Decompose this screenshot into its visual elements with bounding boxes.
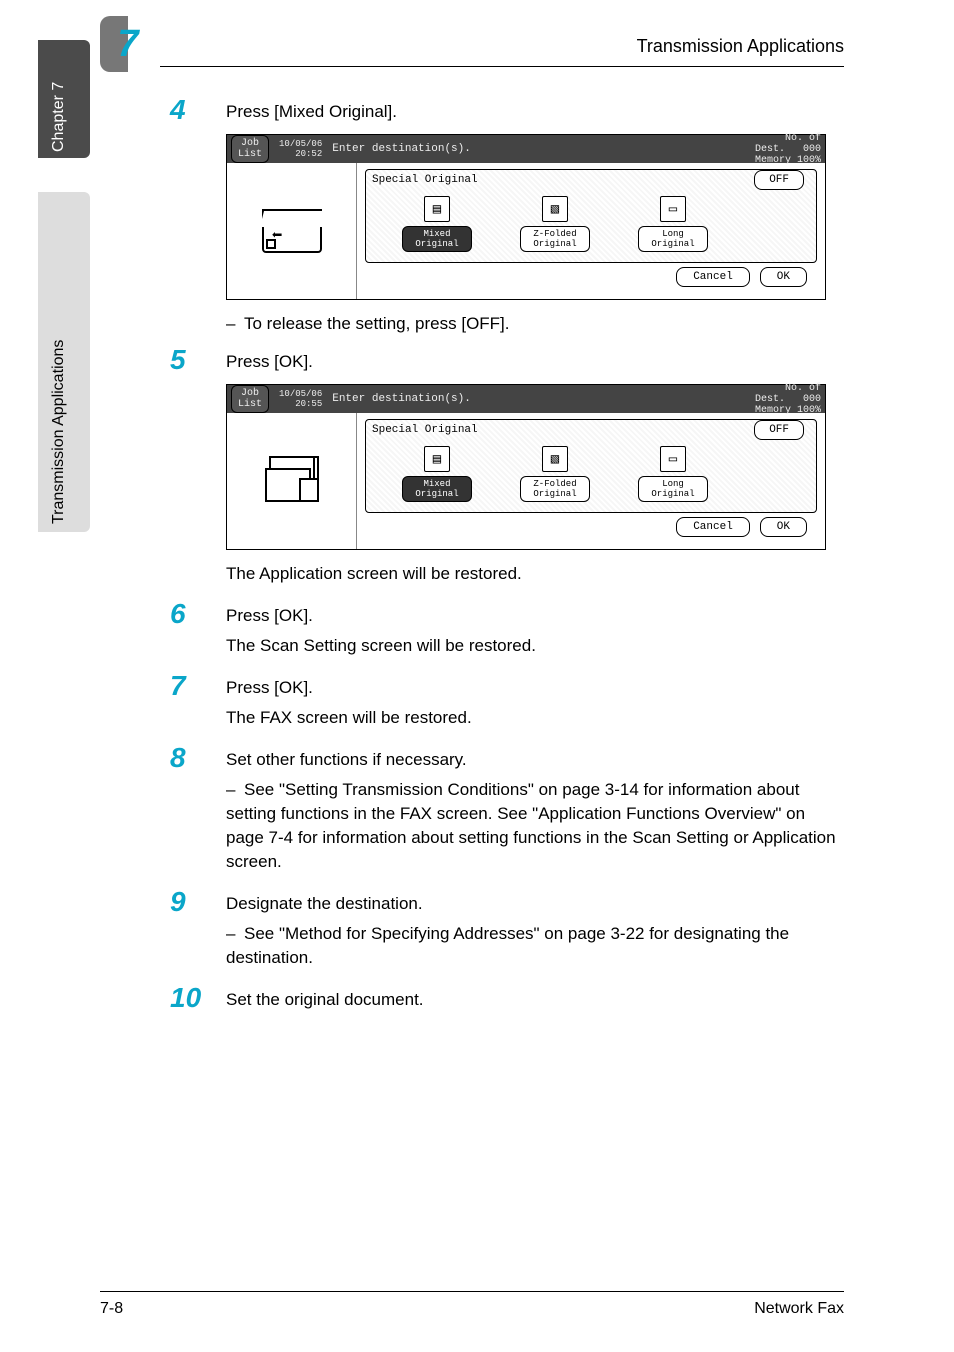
- step-7-number: 7: [170, 672, 226, 700]
- step-4-number: 4: [170, 96, 226, 124]
- lcd1-mixed-original-button[interactable]: Mixed Original: [402, 226, 472, 252]
- mixed-original-icon: ▤: [424, 196, 450, 222]
- lcd1-dest-count: 000: [803, 144, 821, 155]
- step-7-after: The FAX screen will be restored.: [226, 706, 844, 730]
- lcd2-group-title: Special Original: [372, 424, 810, 436]
- lcd2-enter-dest: Enter destination(s).: [332, 393, 471, 405]
- lcd2-date: 10/05/06: [279, 389, 322, 399]
- step-9-number: 9: [170, 888, 226, 916]
- step-4-sub: –To release the setting, press [OFF].: [226, 312, 844, 336]
- chapter-badge: 7: [100, 16, 156, 72]
- lcd1-time: 20:52: [279, 149, 322, 159]
- lcd2-off-button[interactable]: OFF: [754, 420, 804, 440]
- step-5-number: 5: [170, 346, 226, 374]
- step-8-text: Set other functions if necessary.: [226, 744, 844, 772]
- document-stack-icon: [265, 456, 319, 506]
- step-6-text: Press [OK].: [226, 600, 844, 628]
- step-9-sub: –See "Method for Specifying Addresses" o…: [226, 922, 844, 970]
- lcd1-off-button[interactable]: OFF: [754, 170, 804, 190]
- footer-page-number: 7-8: [100, 1300, 123, 1318]
- mixed-original-icon-2: ▤: [424, 446, 450, 472]
- lcd2-ok-button[interactable]: OK: [760, 517, 807, 537]
- scanner-closed-icon: ⬅: [262, 209, 322, 253]
- chapter-number: 7: [100, 16, 156, 72]
- step-4-text: Press [Mixed Original].: [226, 96, 844, 124]
- step-8-sub: –See "Setting Transmission Conditions" o…: [226, 778, 844, 874]
- step-6-number: 6: [170, 600, 226, 628]
- lcd2-zfolded-button[interactable]: Z-Folded Original: [520, 476, 590, 502]
- step-8-number: 8: [170, 744, 226, 772]
- side-tab-chapter-label: Chapter 7: [50, 82, 68, 152]
- lcd2-mixed-original-button[interactable]: Mixed Original: [402, 476, 472, 502]
- step-6-after: The Scan Setting screen will be restored…: [226, 634, 844, 658]
- lcd1-enter-dest: Enter destination(s).: [332, 143, 471, 155]
- job-list-button-2[interactable]: Job List: [231, 385, 269, 413]
- step-5-after: The Application screen will be restored.: [226, 562, 844, 586]
- step-10-text: Set the original document.: [226, 984, 844, 1012]
- lcd1-date: 10/05/06: [279, 139, 322, 149]
- lcd2-cancel-button[interactable]: Cancel: [676, 517, 750, 537]
- lcd2-dest-count: 000: [803, 394, 821, 405]
- step-5-text: Press [OK].: [226, 346, 844, 374]
- lcd1-group-title: Special Original: [372, 174, 810, 186]
- lcd1-zfolded-button[interactable]: Z-Folded Original: [520, 226, 590, 252]
- header-rule: [160, 66, 844, 67]
- lcd1-cancel-button[interactable]: Cancel: [676, 267, 750, 287]
- step-9-text: Designate the destination.: [226, 888, 844, 916]
- long-original-icon-2: ▭: [660, 446, 686, 472]
- lcd-screen-1: Job List 10/05/06 20:52 Enter destinatio…: [226, 134, 826, 300]
- step-10-number: 10: [170, 984, 226, 1012]
- lcd2-time: 20:55: [279, 399, 322, 409]
- lcd1-ok-button[interactable]: OK: [760, 267, 807, 287]
- lcd1-long-original-button[interactable]: Long Original: [638, 226, 708, 252]
- z-folded-icon: ▧: [542, 196, 568, 222]
- step-7-text: Press [OK].: [226, 672, 844, 700]
- long-original-icon: ▭: [660, 196, 686, 222]
- footer-title: Network Fax: [754, 1300, 844, 1318]
- z-folded-icon-2: ▧: [542, 446, 568, 472]
- job-list-button[interactable]: Job List: [231, 135, 269, 163]
- lcd-screen-2: Job List 10/05/06 20:55 Enter destinatio…: [226, 384, 826, 550]
- footer-rule: [100, 1291, 844, 1292]
- lcd2-long-original-button[interactable]: Long Original: [638, 476, 708, 502]
- side-tab-section-label: Transmission Applications: [50, 340, 68, 524]
- page-header: Transmission Applications: [637, 36, 844, 57]
